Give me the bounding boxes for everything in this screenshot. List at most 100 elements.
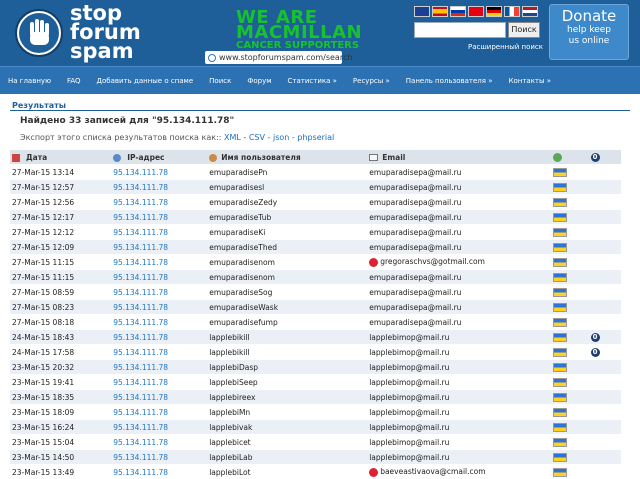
ukraine-flag-icon [553,453,567,462]
search-button[interactable]: Поиск [508,22,540,38]
ukraine-flag-icon [553,348,567,357]
row-email: lapplebimop@mail.ru [369,378,449,387]
row-ip-link[interactable]: 95.134.111.78 [111,420,207,435]
header-ip[interactable]: IP-адрес [111,150,207,165]
row-ip-link[interactable]: 95.134.111.78 [111,435,207,450]
row-email: emuparadisepa@mail.ru [369,198,461,207]
row-ip-link[interactable]: 95.134.111.78 [111,405,207,420]
flag-nl-icon[interactable] [522,6,538,17]
row-ip-link[interactable]: 95.134.111.78 [111,375,207,390]
nav-contacts[interactable]: Контакты » [501,77,560,85]
row-tor [589,450,621,465]
table-row: 27-Mar-15 13:1495.134.111.78emuparadiseP… [10,165,621,180]
row-ip-link[interactable]: 95.134.111.78 [111,270,207,285]
export-phpserial-link[interactable]: phpserial [297,133,334,142]
header-country[interactable] [551,150,588,165]
row-ip-link[interactable]: 95.134.111.78 [111,195,207,210]
ukraine-flag-icon [553,243,567,252]
row-ip-link[interactable]: 95.134.111.78 [111,450,207,465]
row-date: 27-Mar-15 11:15 [10,255,111,270]
ukraine-flag-icon [553,213,567,222]
export-csv-link[interactable]: CSV [249,133,265,142]
nav-resources[interactable]: Ресурсы » [345,77,398,85]
row-email-cell: emuparadisepa@mail.ru [367,180,551,195]
hazard-icon [369,468,378,477]
campaign-banner[interactable]: WE ARE MACMILLAN CANCER SUPPORTERS [236,10,362,51]
stop-hand-logo-icon[interactable] [15,9,63,57]
flag-de-icon[interactable] [486,6,502,17]
header-date[interactable]: Дата [10,150,111,165]
row-tor [589,390,621,405]
row-tor [589,420,621,435]
nav-user-panel[interactable]: Панель пользователя » [398,77,501,85]
table-row: 23-Mar-15 20:3295.134.111.78lapplebiDasp… [10,360,621,375]
advanced-search-link[interactable]: Расширенный поиск [468,43,543,51]
row-tor [589,240,621,255]
row-tor [589,270,621,285]
export-xml-link[interactable]: XML [224,133,241,142]
header-tor[interactable]: 0 [589,150,621,165]
row-tor: 0 [589,330,621,345]
row-ip-link[interactable]: 95.134.111.78 [111,225,207,240]
header-email[interactable]: Email [367,150,551,165]
row-ip-link[interactable]: 95.134.111.78 [111,255,207,270]
row-ip-link[interactable]: 95.134.111.78 [111,345,207,360]
row-ip-link[interactable]: 95.134.111.78 [111,210,207,225]
nav-faq[interactable]: FAQ [59,77,89,85]
row-ip-link[interactable]: 95.134.111.78 [111,165,207,180]
row-ip-link[interactable]: 95.134.111.78 [111,315,207,330]
flag-fr-icon[interactable] [504,6,520,17]
row-ip-link[interactable]: 95.134.111.78 [111,180,207,195]
row-date: 23-Mar-15 18:35 [10,390,111,405]
row-date: 27-Mar-15 08:59 [10,285,111,300]
row-tor [589,255,621,270]
nav-search[interactable]: Поиск [201,77,239,85]
table-row: 23-Mar-15 19:4195.134.111.78lapplebiSeep… [10,375,621,390]
flag-es-icon[interactable] [432,6,448,17]
site-logo[interactable]: stop forum spam [70,4,141,61]
table-row: 27-Mar-15 08:1895.134.111.78emuparadisef… [10,315,621,330]
row-username: emuparadiseTub [207,210,367,225]
header-username[interactable]: Имя пользователя [207,150,367,165]
campaign-line-3: CANCER SUPPORTERS [236,40,362,51]
flag-cn-icon[interactable] [468,6,484,17]
nav-home[interactable]: На главную [0,77,59,85]
row-username: lapplebicet [207,435,367,450]
export-line: Экспорт этого списка результатов поиска … [20,133,334,142]
row-ip-link[interactable]: 95.134.111.78 [111,240,207,255]
search-input[interactable] [414,22,506,38]
row-ip-link[interactable]: 95.134.111.78 [111,300,207,315]
row-ip-link[interactable]: 95.134.111.78 [111,360,207,375]
row-email: emuparadisepa@mail.ru [369,318,461,327]
row-date: 27-Mar-15 12:56 [10,195,111,210]
table-row: 27-Mar-15 12:0995.134.111.78emuparadiseT… [10,240,621,255]
row-email: lapplebimop@mail.ru [369,333,449,342]
row-ip-link[interactable]: 95.134.111.78 [111,390,207,405]
row-ip-link[interactable]: 95.134.111.78 [111,285,207,300]
country-globe-icon [553,153,562,162]
export-sep: - [241,133,249,142]
export-sep: - [265,133,273,142]
row-date: 27-Mar-15 12:12 [10,225,111,240]
flag-ru-icon[interactable] [450,6,466,17]
row-email: gregoraschvs@gotmail.com [380,257,485,266]
table-row: 27-Mar-15 08:2395.134.111.78emuparadiseW… [10,300,621,315]
row-username: emuparadiseThed [207,240,367,255]
nav-stats[interactable]: Статистика » [280,77,345,85]
flag-uk-icon[interactable] [414,6,430,17]
nav-add-spam[interactable]: Добавить данные о спаме [89,77,202,85]
row-email-cell: emuparadisepa@mail.ru [367,315,551,330]
export-json-link[interactable]: json [273,133,289,142]
row-date: 27-Mar-15 08:23 [10,300,111,315]
row-country [551,435,588,450]
nav-forum[interactable]: Форум [239,77,279,85]
url-bar[interactable]: www.stopforumspam.com/search [205,51,342,64]
donate-button[interactable]: Donate help keep us online [549,4,629,60]
row-tor [589,405,621,420]
row-country [551,255,588,270]
row-tor [589,165,621,180]
main-nav: На главную FAQ Добавить данные о спаме П… [0,66,640,94]
row-ip-link[interactable]: 95.134.111.78 [111,330,207,345]
row-date: 23-Mar-15 15:04 [10,435,111,450]
row-date: 27-Mar-15 12:17 [10,210,111,225]
